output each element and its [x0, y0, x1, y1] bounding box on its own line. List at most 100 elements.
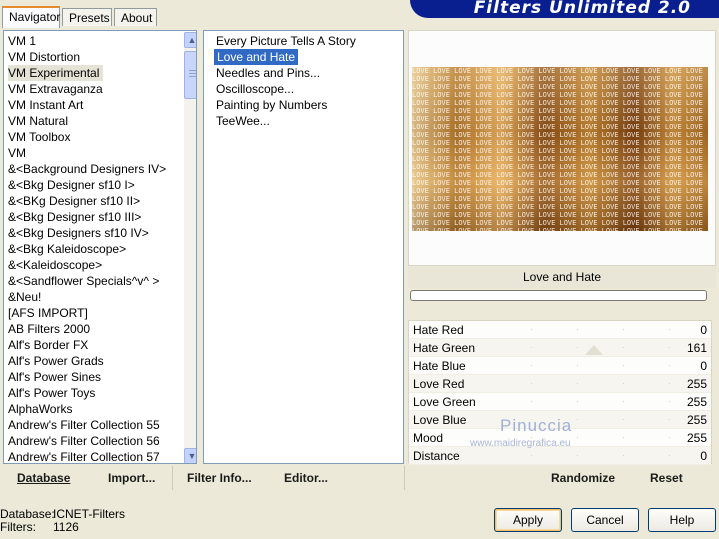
parameter-value[interactable]: 0 [700, 447, 707, 465]
preview-image: LOVE LOVE LOVE LOVE LOVE LOVE LOVE LOVE … [412, 67, 708, 231]
category-item[interactable]: VM Experimental [8, 65, 104, 81]
scroll-up-icon[interactable]: ▲ [184, 32, 196, 48]
reset-button[interactable]: Reset [650, 466, 683, 490]
progress-bar [410, 290, 707, 301]
category-item[interactable]: VM Distortion [8, 49, 80, 65]
parameter-row[interactable]: Love Red 255 [409, 375, 711, 393]
parameter-value[interactable]: 0 [700, 321, 707, 339]
category-item[interactable]: &<Bkg Designer sf10 III> [8, 209, 141, 225]
category-item[interactable]: AlphaWorks [8, 401, 72, 417]
randomize-button[interactable]: Randomize [551, 466, 615, 490]
parameter-slider-track[interactable] [531, 383, 671, 384]
filter-info-button[interactable]: Filter Info... [187, 466, 252, 490]
filter-item[interactable]: Needles and Pins... [216, 65, 320, 81]
watermark-site: www.maidiregrafica.eu [470, 438, 571, 449]
category-item[interactable]: AB Filters 2000 [8, 321, 90, 337]
filter-name-label: Love and Hate [408, 266, 716, 288]
import-button[interactable]: Import... [108, 466, 155, 490]
tab-presets[interactable]: Presets [62, 8, 112, 26]
watermark-name: Pinuccia [500, 416, 573, 435]
editor-button[interactable]: Editor... [284, 466, 328, 490]
database-button[interactable]: Database [17, 466, 70, 490]
filter-item[interactable]: Every Picture Tells A Story [216, 33, 356, 49]
category-item[interactable]: &<Kaleidoscope> [8, 257, 102, 273]
toolbar: Database Import... Filter Info... Editor… [0, 466, 719, 494]
parameter-slider-track[interactable] [531, 455, 671, 456]
import-button-label: Import... [108, 471, 156, 485]
slider-marker-icon [585, 345, 603, 355]
status-filters-label: Filters: [0, 520, 36, 534]
category-item[interactable]: VM Toolbox [8, 129, 70, 145]
filter-info-button-label: Filter Info... [187, 471, 252, 485]
parameter-row[interactable]: Hate Blue 0 [409, 357, 711, 375]
category-list[interactable]: VM 1 VM Distortion VM Experimental VM Extra… [3, 30, 197, 464]
category-scrollbar[interactable]: ▲ ▼ [184, 32, 196, 463]
parameter-label: Love Blue [413, 413, 467, 427]
category-item[interactable]: &<Bkg Designers sf10 IV> [8, 225, 149, 241]
category-item[interactable]: Andrew's Filter Collection 56 [8, 433, 160, 449]
randomize-button-label: Randomize [551, 471, 616, 485]
scroll-down-icon[interactable]: ▼ [184, 448, 196, 463]
filter-list[interactable]: Every Picture Tells A Story Love and Hate… [203, 30, 404, 464]
parameter-row[interactable]: Distance 0 [409, 447, 711, 465]
app-title-banner: Filters Unlimited 2.0 [410, 0, 719, 18]
category-item[interactable]: VM Extravaganza [8, 81, 103, 97]
tab-navigator[interactable]: Navigator [2, 6, 60, 28]
category-item[interactable]: VM Natural [8, 113, 68, 129]
parameter-value[interactable]: 161 [687, 339, 707, 357]
preview-pane: LOVE LOVE LOVE LOVE LOVE LOVE LOVE LOVE … [408, 30, 716, 266]
database-button-label: Database [17, 471, 71, 485]
parameter-value[interactable]: 0 [700, 357, 707, 375]
row-divider [409, 464, 711, 465]
parameter-label: Hate Red [413, 323, 464, 337]
category-item[interactable]: VM [8, 145, 26, 161]
toolbar-divider [172, 466, 173, 490]
parameter-label: Love Red [413, 377, 465, 391]
category-item[interactable]: Alf's Power Grads [8, 353, 104, 369]
apply-button[interactable]: Apply [494, 508, 562, 532]
parameter-value[interactable]: 255 [687, 393, 707, 411]
filter-item[interactable]: TeeWee... [216, 113, 270, 129]
category-item[interactable]: &<BKg Designer sf10 II> [8, 193, 140, 209]
category-item[interactable]: &<Bkg Kaleidoscope> [8, 241, 126, 257]
parameter-label: Hate Green [413, 341, 476, 355]
category-item[interactable]: Andrew's Filter Collection 55 [8, 417, 160, 433]
help-button[interactable]: Help [648, 508, 716, 532]
status-filters-value: 1126 [53, 520, 79, 534]
category-item[interactable]: VM Instant Art [8, 97, 83, 113]
filter-item[interactable]: Oscilloscope... [216, 81, 294, 97]
parameter-slider-track[interactable] [531, 329, 671, 330]
parameter-row[interactable]: Hate Red 0 [409, 321, 711, 339]
editor-button-label: Editor... [284, 471, 329, 485]
parameter-label: Mood [413, 431, 444, 445]
parameter-value[interactable]: 255 [687, 429, 707, 447]
parameter-row[interactable]: Hate Green 161 [409, 339, 711, 357]
toolbar-divider [404, 466, 405, 490]
cancel-button[interactable]: Cancel [571, 508, 639, 532]
parameter-label: Hate Blue [413, 359, 466, 373]
category-item[interactable]: &<Sandflower Specials^v^ > [8, 273, 159, 289]
parameter-row[interactable]: Love Green 255 [409, 393, 711, 411]
category-item[interactable]: Alf's Power Toys [8, 385, 95, 401]
category-item[interactable]: [AFS IMPORT] [8, 305, 88, 321]
parameter-label: Love Green [413, 395, 476, 409]
filter-item[interactable]: Love and Hate [214, 49, 299, 65]
parameter-value[interactable]: 255 [687, 375, 707, 393]
category-item[interactable]: &<Background Designers IV> [8, 161, 166, 177]
parameter-slider-track[interactable] [531, 401, 671, 402]
scroll-thumb[interactable] [184, 51, 196, 99]
parameter-label: Distance [413, 449, 460, 463]
category-item[interactable]: &<Bkg Designer sf10 I> [8, 177, 135, 193]
parameter-value[interactable]: 255 [687, 411, 707, 429]
parameter-slider-track[interactable] [531, 365, 671, 366]
app-title: Filters Unlimited 2.0 [473, 0, 691, 18]
category-item[interactable]: Alf's Power Sines [8, 369, 101, 385]
reset-button-label: Reset [650, 471, 683, 485]
category-item[interactable]: VM 1 [8, 33, 36, 49]
category-item[interactable]: Alf's Border FX [8, 337, 88, 353]
category-item[interactable]: Andrew's Filter Collection 57 [8, 449, 160, 463]
category-item[interactable]: &Neu! [8, 289, 41, 305]
tab-about[interactable]: About [114, 8, 157, 26]
preview-love-pattern: LOVE LOVE LOVE LOVE LOVE LOVE LOVE LOVE … [412, 67, 703, 231]
filter-item[interactable]: Painting by Numbers [216, 97, 327, 113]
